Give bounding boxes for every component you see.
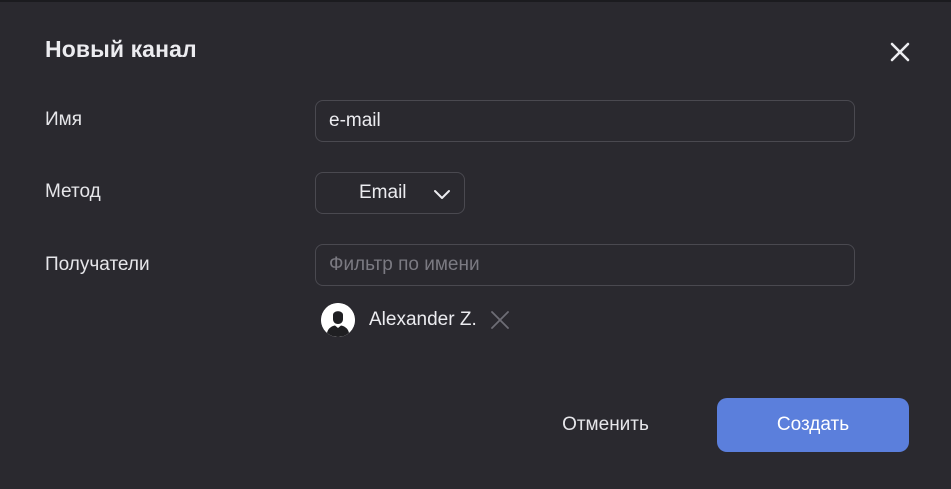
method-label: Метод <box>45 181 101 202</box>
recipients-label: Получатели <box>45 254 150 275</box>
new-channel-dialog: Новый канал Имя e-mail Метод Email Получ… <box>0 0 951 489</box>
close-icon <box>890 42 910 62</box>
close-button[interactable] <box>886 38 914 66</box>
name-input[interactable]: e-mail <box>315 100 855 142</box>
dialog-title: Новый канал <box>45 36 197 62</box>
create-button[interactable]: Создать <box>717 398 909 452</box>
recipients-filter-input[interactable]: Фильтр по имени <box>315 244 855 286</box>
chevron-down-icon <box>434 190 450 199</box>
remove-recipient-button[interactable] <box>489 309 511 331</box>
avatar <box>321 303 355 337</box>
user-silhouette-icon <box>321 303 355 337</box>
method-select-value: Email <box>359 182 407 203</box>
name-input-value: e-mail <box>329 110 381 131</box>
method-select[interactable]: Email <box>315 172 465 214</box>
cancel-button[interactable]: Отменить <box>540 398 671 452</box>
recipient-chip: Alexander Z. <box>321 302 511 338</box>
recipient-name: Alexander Z. <box>369 309 477 330</box>
remove-icon <box>490 311 509 329</box>
recipients-filter-placeholder: Фильтр по имени <box>329 254 480 275</box>
name-label: Имя <box>45 109 83 130</box>
